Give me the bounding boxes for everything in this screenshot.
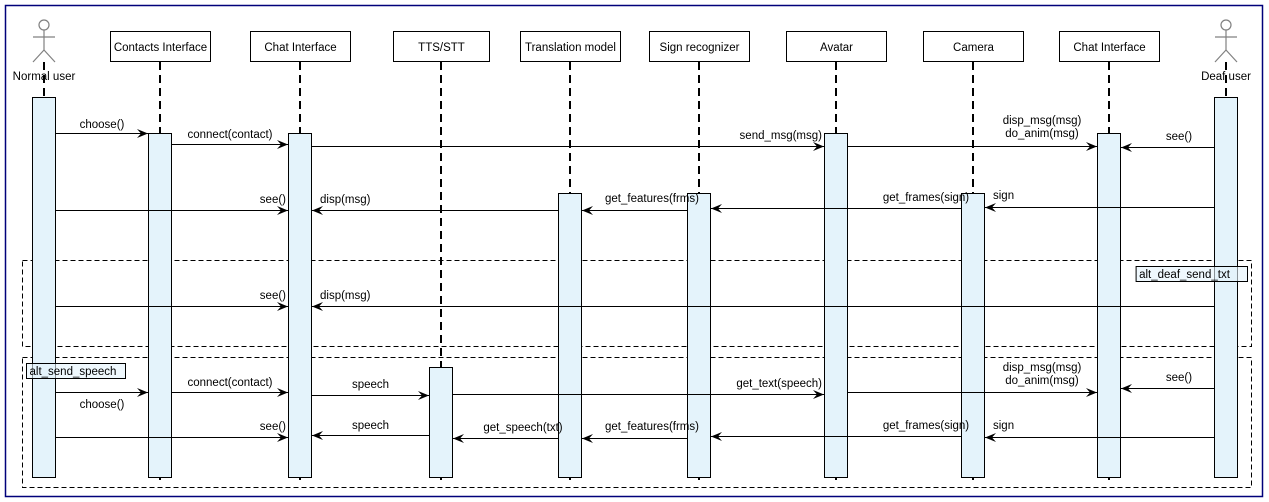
message-label: get_frames(sign) — [883, 192, 969, 204]
fragment-label-alt-deaf-send-txt: alt_deaf_send_txt — [1135, 266, 1248, 282]
activation-bar-tts-stt — [429, 367, 453, 478]
message-label: disp_msg(msg) do_anim(msg) — [1003, 115, 1082, 140]
message-connect-contact-13: connect(contact) — [172, 377, 288, 397]
message-get-features-frms-7: get_features(frms) — [582, 193, 699, 215]
sequence-diagram: Normal user Contacts Interface Chat Interf… — [4, 4, 1264, 498]
participant-translation-model-label: Translation model — [525, 42, 616, 54]
message-label: choose() — [80, 399, 125, 411]
message-label: see() — [260, 421, 286, 433]
participant-normal-user-label: Normal user — [13, 71, 76, 83]
message-connect-contact-1: connect(contact) — [172, 129, 288, 149]
message-label: see() — [1166, 372, 1192, 384]
message-label: get_speech(txt) — [483, 422, 562, 434]
message-label: see() — [260, 194, 286, 206]
message-label: get_features(frms) — [605, 421, 699, 433]
participant-contacts-interface-head: Contacts Interface — [110, 31, 211, 62]
participant-tts-stt-head: TTS/STT — [393, 31, 490, 62]
activation-bar-normal-user — [32, 97, 56, 478]
activation-bar-sign-recognizer — [687, 193, 711, 478]
activation-bar-chat-interface-2 — [1097, 133, 1121, 478]
activation-bar-camera — [961, 193, 985, 478]
message-label: speech — [352, 420, 389, 432]
message-see-4: see() — [1121, 131, 1214, 152]
message-get-speech-txt-21: get_speech(txt) — [453, 422, 563, 443]
message-label: connect(contact) — [187, 129, 272, 141]
participant-chat-interface-2-head: Chat Interface — [1059, 31, 1160, 62]
participant-deaf-user-actor-icon — [1214, 19, 1238, 63]
message-speech-22: speech — [312, 420, 429, 440]
participant-chat-interface-1-label: Chat Interface — [264, 42, 336, 54]
participant-translation-model-head: Translation model — [520, 31, 621, 62]
message-label: connect(contact) — [187, 377, 272, 389]
message-label: sign — [993, 420, 1014, 432]
participant-avatar-label: Avatar — [820, 42, 853, 54]
message-get-features-frms-20: get_features(frms) — [582, 421, 699, 443]
participant-chat-interface-1-head: Chat Interface — [250, 31, 351, 62]
message-disp-msg-10: disp(msg) — [312, 290, 1214, 311]
message-see-17: see() — [1121, 372, 1214, 393]
activation-bar-translation-model — [558, 193, 582, 478]
message-label: get_features(frms) — [605, 193, 699, 205]
fragment-label-alt-send-speech: alt_send_speech — [26, 363, 126, 379]
participant-sign-recognizer-head: Sign recognizer — [649, 31, 750, 62]
participant-avatar-head: Avatar — [786, 31, 887, 62]
message-send-msg-msg-2: send_msg(msg) — [312, 130, 824, 151]
message-choose-12: choose() — [56, 388, 148, 411]
activation-bar-avatar — [824, 133, 848, 478]
participant-sign-recognizer-label: Sign recognizer — [660, 42, 740, 54]
message-label: see() — [260, 290, 286, 302]
message-label: disp(msg) — [320, 290, 371, 302]
message-label: choose() — [80, 119, 125, 131]
message-disp-msg-8: disp(msg) — [312, 194, 558, 215]
participant-contacts-interface-label: Contacts Interface — [114, 42, 207, 54]
activation-bar-deaf-user — [1214, 97, 1238, 478]
fragment-alt-deaf-send-txt — [22, 260, 1252, 347]
message-label: disp(msg) — [320, 194, 371, 206]
participant-camera-head: Camera — [923, 31, 1024, 62]
participant-chat-interface-2-label: Chat Interface — [1073, 42, 1145, 54]
fragment-label-text: alt_deaf_send_txt — [1139, 269, 1231, 281]
activation-bar-contacts-interface — [148, 133, 172, 478]
message-get-text-speech-15: get_text(speech) — [453, 378, 824, 399]
participant-camera-label: Camera — [953, 42, 995, 54]
participant-normal-user-actor-icon — [32, 19, 56, 63]
participant-tts-stt-label: TTS/STT — [418, 42, 465, 54]
message-label: see() — [1166, 131, 1192, 143]
message-choose-0: choose() — [56, 119, 148, 138]
message-speech-14: speech — [312, 379, 429, 400]
fragment-label-text: alt_send_speech — [30, 366, 117, 378]
message-label: get_text(speech) — [736, 378, 822, 390]
activation-bar-chat-interface-1 — [288, 133, 312, 478]
message-label: get_frames(sign) — [883, 420, 969, 432]
message-label: sign — [993, 190, 1014, 202]
message-label: send_msg(msg) — [740, 130, 823, 142]
participant-deaf-user-label: Deaf user — [1201, 71, 1251, 83]
message-label: speech — [352, 379, 389, 391]
message-label: disp_msg(msg) do_anim(msg) — [1003, 362, 1082, 387]
